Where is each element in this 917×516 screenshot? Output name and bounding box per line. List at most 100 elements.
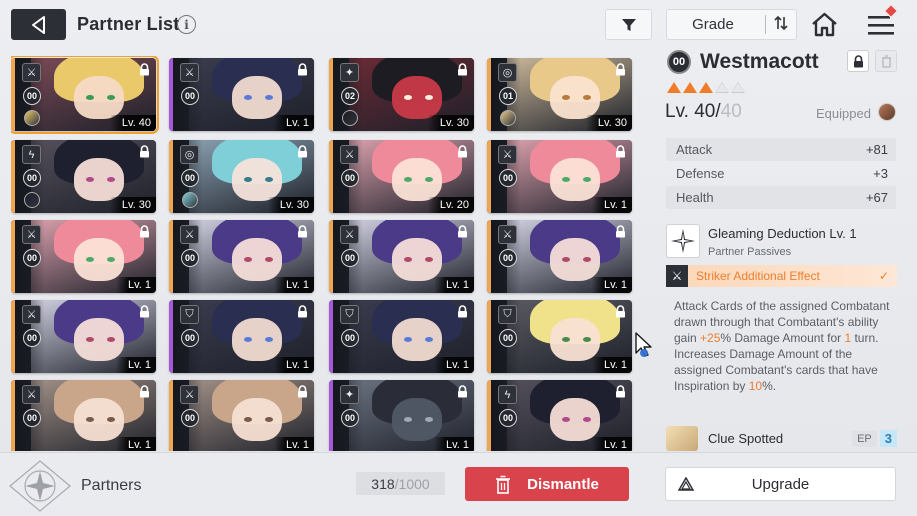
- partner-card[interactable]: ⚔ 00 Lv. 1: [487, 220, 632, 293]
- role-support-icon: ✦: [340, 63, 359, 82]
- partner-card[interactable]: ⚔ 00 Lv. 40: [11, 56, 159, 134]
- dismantle-button[interactable]: Dismantle: [465, 467, 629, 501]
- portrait-eye: [583, 256, 592, 262]
- clue-thumbnail: [666, 426, 698, 451]
- partner-card[interactable]: ϟ 00 Lv. 30: [11, 140, 156, 213]
- partner-card[interactable]: ⚔ 00 Lv. 1: [169, 58, 314, 131]
- role-striker-icon: ⚔: [22, 63, 41, 82]
- partner-card[interactable]: ✦ 00 Lv. 1: [329, 380, 474, 451]
- passive-title: Gleaming Deduction Lv. 1: [708, 226, 857, 241]
- partner-card[interactable]: ⚔ 00 Lv. 1: [329, 220, 474, 293]
- filter-button[interactable]: [605, 9, 652, 40]
- sort-arrows-icon[interactable]: [766, 15, 796, 35]
- portrait-eye: [425, 94, 434, 100]
- lock-icon: [140, 145, 149, 158]
- clue-name: Clue Spotted: [708, 431, 784, 446]
- partner-card[interactable]: ϟ 00 Lv. 1: [487, 380, 632, 451]
- partner-card[interactable]: ⚔ 00 Lv. 1: [11, 220, 156, 293]
- portrait-eye: [265, 416, 274, 422]
- grade-badge: 00: [341, 249, 359, 267]
- portrait-face: [391, 237, 442, 282]
- portrait-eye: [404, 94, 412, 100]
- level-max: 40: [720, 101, 742, 122]
- portrait-eye: [244, 256, 252, 262]
- partner-card[interactable]: ⚔ 00 Lv. 1: [169, 380, 314, 451]
- lock-icon: [458, 385, 467, 398]
- role-striker-icon: ⚔: [22, 305, 41, 324]
- clue-spotted-row[interactable]: Clue Spotted EP 3: [666, 426, 897, 451]
- rating-filled-icon: [683, 82, 697, 93]
- passive-subtitle: Partner Passives: [708, 246, 792, 258]
- trash-icon: [881, 54, 891, 68]
- striker-effect-bar: ⚔ Striker Additional Effect ✓: [666, 265, 897, 287]
- partner-card[interactable]: ⚔ 00 Lv. 1: [487, 140, 632, 213]
- partner-card[interactable]: ◎ 00 Lv. 30: [169, 140, 314, 213]
- lock-icon: [458, 63, 467, 76]
- rating-empty-icon: [731, 82, 745, 93]
- portrait-eye: [244, 94, 252, 100]
- desc-value: +25: [700, 331, 721, 345]
- portrait-face: [391, 317, 442, 362]
- partner-card[interactable]: ⚔ 00 Lv. 1: [11, 380, 156, 451]
- stat-label: Attack: [676, 142, 713, 157]
- grade-badge: 00: [23, 87, 41, 105]
- dismantle-label: Dismantle: [527, 475, 599, 493]
- partner-card[interactable]: ⛉ 00 Lv. 1: [487, 300, 632, 373]
- portrait-face: [231, 75, 282, 120]
- role-striker-icon: ⚔: [22, 385, 41, 404]
- sort-dropdown[interactable]: Grade: [666, 9, 797, 40]
- level-current: Lv. 40/: [665, 101, 721, 122]
- portrait-face: [549, 75, 600, 120]
- partner-card[interactable]: ✦ 02 Lv. 30: [329, 58, 474, 131]
- partner-card[interactable]: ⚔ 00 Lv. 20: [329, 140, 474, 213]
- ep-label: EP: [852, 430, 877, 447]
- lock-icon: [458, 225, 467, 238]
- portrait-face: [549, 237, 600, 282]
- partner-card[interactable]: ⚔ 00 Lv. 1: [169, 220, 314, 293]
- count-total: 1000: [398, 475, 430, 492]
- back-button[interactable]: [11, 9, 66, 40]
- equipped-avatar[interactable]: [878, 103, 896, 121]
- grade-badge: 00: [23, 329, 41, 347]
- stat-value: +67: [865, 190, 888, 205]
- lock-icon: [616, 145, 625, 158]
- home-icon[interactable]: [810, 11, 839, 38]
- lock-icon: [616, 385, 625, 398]
- partner-card[interactable]: ◎ 01 Lv. 30: [487, 58, 632, 131]
- level-label: Lv. 30: [109, 197, 156, 213]
- portrait-eye: [404, 416, 412, 422]
- grade-badge: 00: [23, 409, 41, 427]
- partner-card[interactable]: ⚔ 00 Lv. 1: [11, 300, 156, 373]
- rating-filled-icon: [699, 82, 713, 93]
- stat-health: Health +67: [666, 186, 896, 209]
- delete-button[interactable]: [875, 50, 897, 72]
- portrait-eye: [583, 94, 592, 100]
- passive-skill-icon[interactable]: [666, 224, 700, 258]
- mouse-cursor-icon: [635, 332, 652, 357]
- portrait-eye: [583, 336, 592, 342]
- grade-badge: 01: [499, 87, 517, 105]
- grade-badge: 00: [181, 87, 199, 105]
- upgrade-button[interactable]: Upgrade: [665, 467, 896, 501]
- sparkle-icon: [671, 229, 695, 253]
- check-icon: ✓: [879, 269, 890, 283]
- portrait-face: [73, 75, 124, 120]
- portrait-eye: [425, 416, 434, 422]
- role-target-icon: ◎: [498, 63, 517, 82]
- portrait-eye: [562, 94, 570, 100]
- portrait-face: [549, 157, 600, 202]
- stat-label: Health: [676, 190, 714, 205]
- stat-label: Defense: [676, 166, 725, 181]
- partner-card[interactable]: ⛉ 00 Lv. 1: [169, 300, 314, 373]
- portrait-eye: [265, 336, 274, 342]
- partner-card[interactable]: ⛉ 00 Lv. 1: [329, 300, 474, 373]
- partner-count: 318 / 1000: [356, 472, 445, 495]
- portrait-eye: [107, 176, 116, 182]
- level-label: Lv. 1: [591, 277, 632, 293]
- grade-badge: 00: [499, 169, 517, 187]
- grade-badge: 00: [499, 329, 517, 347]
- info-icon[interactable]: i: [177, 15, 196, 34]
- lock-button[interactable]: [847, 50, 869, 72]
- grade-badge: 00: [181, 169, 199, 187]
- partners-label: Partners: [81, 477, 142, 494]
